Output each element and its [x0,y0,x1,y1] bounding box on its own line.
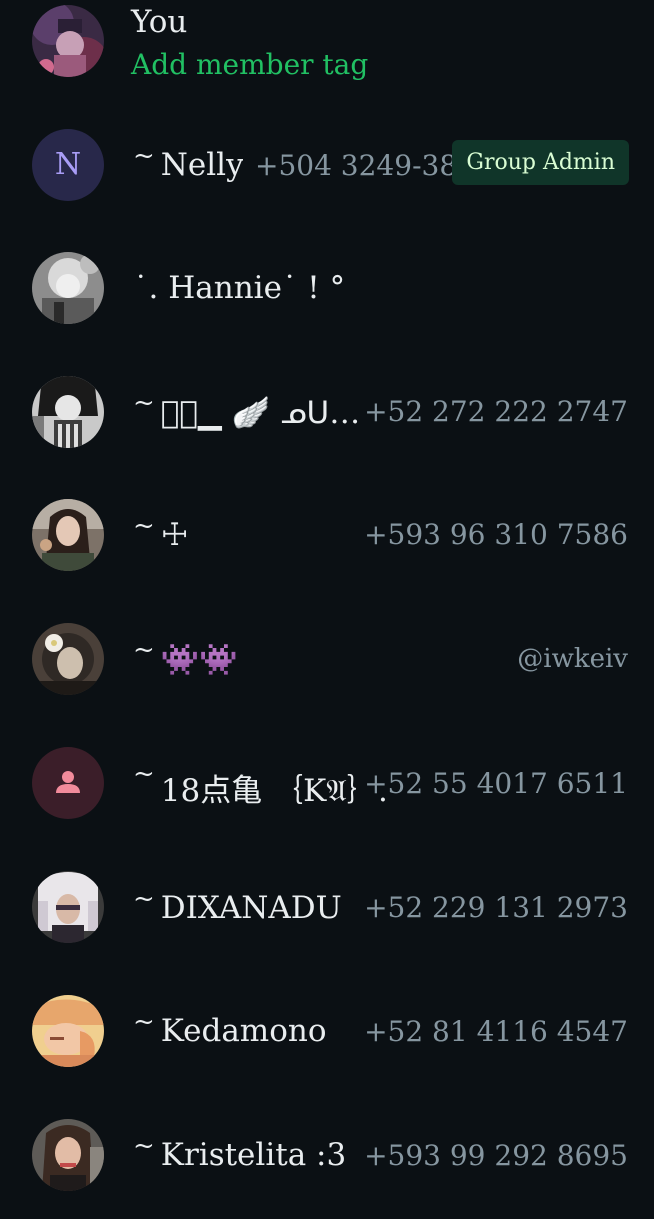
avatar [32,623,104,695]
member-name: ~ Kedamono [133,1013,327,1049]
avatar [32,995,104,1067]
member-row[interactable]: ˙. Hannie˙ ! ° [0,227,654,351]
member-row[interactable]: ~18点亀 ｛K𝔄｝… +52 55 4017 6511 [0,723,654,847]
self-name: You [131,4,188,40]
avatar [32,376,104,448]
group-admin-badge: Group Admin [452,140,629,185]
avatar: N [32,129,104,201]
member-name: ~ ㈥ᷓ▁ 🪽 ᓄᑌ… [133,394,361,431]
member-username: @iwkeiv [517,644,628,674]
member-row[interactable]: ~ ☩ +593 96 310 7586 [0,475,654,599]
member-phone: +593 96 310 7586 [364,518,628,551]
avatar [32,1119,104,1191]
avatar-initial: N [32,129,104,201]
member-row[interactable]: ~ Kedamono +52 81 4116 4547 [0,971,654,1095]
avatar [32,747,104,819]
member-phone: +52 229 131 2973 [364,891,628,924]
avatar [32,871,104,943]
member-row[interactable]: N ~ Nelly +504 3249-3809 Group Admin [0,103,654,227]
avatar [32,252,104,324]
avatar [32,5,104,77]
add-member-tag-link[interactable]: Add member tag [131,48,368,81]
member-row[interactable]: ~ DIXANADU +52 229 131 2973 [0,847,654,971]
member-phone: +52 81 4116 4547 [364,1015,628,1048]
member-name: ˙. Hannie˙ ! ° [133,270,346,306]
avatar [32,499,104,571]
member-name: ~ DIXANADU [133,890,342,926]
member-name: ~ Kristelita :3 [133,1137,347,1173]
member-row[interactable]: ~ 👾👾 @iwkeiv [0,599,654,723]
member-name: ~ ☩ [133,517,189,553]
person-icon [32,747,104,819]
member-phone: +593 99 292 8695 [364,1139,628,1172]
member-name: ~ Nelly [133,147,243,183]
group-members-list: You Add member tag N ~ Nelly +504 3249-38… [0,0,654,1200]
member-name: ~18点亀 ｛K𝔄｝… [133,765,388,809]
member-row[interactable]: ~ ㈥ᷓ▁ 🪽 ᓄᑌ… +52 272 222 2747 [0,351,654,475]
member-name: ~ 👾👾 [133,641,238,678]
member-phone: +52 55 4017 6511 [364,767,628,800]
member-row[interactable]: ~ Kristelita :3 +593 99 292 8695 [0,1095,654,1219]
member-phone: +52 272 222 2747 [364,395,628,428]
